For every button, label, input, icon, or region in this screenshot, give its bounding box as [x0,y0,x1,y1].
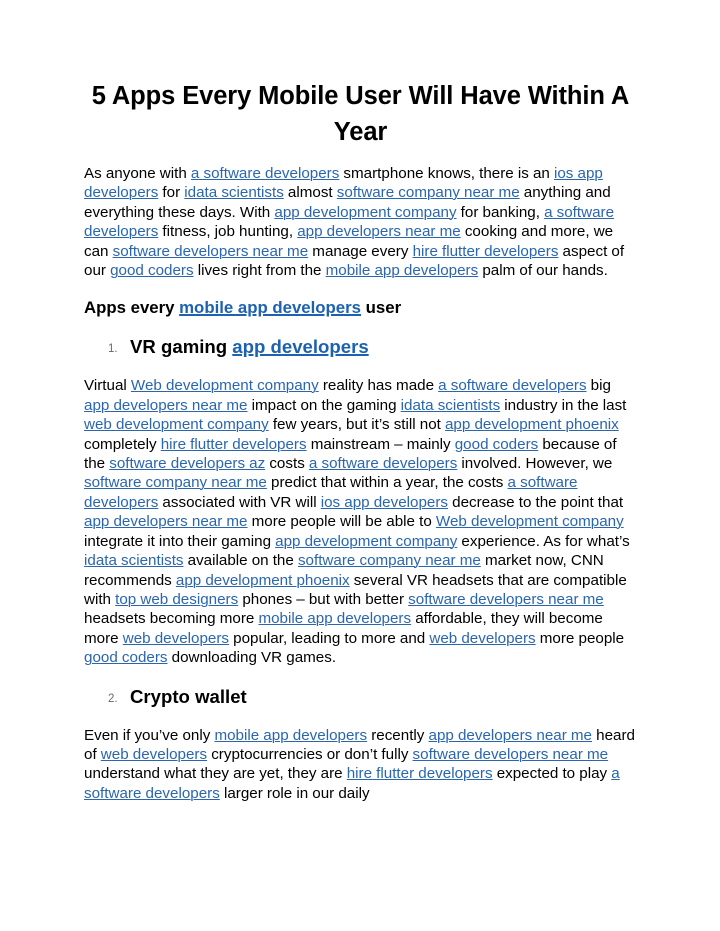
text-run: integrate it into their gaming [84,532,276,550]
intro-paragraph: As anyone with a software developers sma… [84,164,637,280]
inline-link[interactable]: top web designers [115,591,238,608]
text-run: available on the [183,552,298,570]
inline-link[interactable]: web developers [429,630,535,647]
text-run: almost [283,184,337,202]
inline-link[interactable]: good coders [110,262,194,279]
inline-link[interactable]: app developers near me [297,223,461,240]
text-run: associated with VR will [158,493,321,511]
inline-link[interactable]: software developers az [109,455,265,472]
inline-link[interactable]: app development phoenix [176,572,350,589]
inline-link[interactable]: app developers near me [429,727,593,744]
text-run: manage every [308,242,413,260]
inline-link[interactable]: hire flutter developers [413,243,559,260]
inline-link[interactable]: web development company [84,416,269,433]
text-run: few years, but it’s still not [268,416,445,434]
text-run: for banking, [456,203,545,221]
text-run: headsets becoming more [84,610,259,628]
inline-link[interactable]: software company near me [337,184,520,201]
text-run: decrease to the point that [448,493,624,511]
list-item-title: Crypto wallet [130,685,637,708]
inline-link[interactable]: app development company [275,533,457,550]
text-run: more people [535,629,625,647]
inline-link[interactable]: app developers near me [84,513,248,530]
inline-link[interactable]: Web development company [436,513,624,530]
document-body: As anyone with a software developers sma… [84,164,637,803]
inline-link[interactable]: web developers [123,630,229,647]
text-run: industry in the last [500,396,627,414]
text-run: downloading VR games. [167,649,337,667]
text-run: lives right from the [193,262,326,280]
text-run: predict that within a year, the costs [266,474,508,492]
inline-link[interactable]: ios app developers [321,494,448,511]
inline-link[interactable]: hire flutter developers [347,765,493,782]
inline-link[interactable]: a software developers [438,377,586,394]
inline-link[interactable]: Web development company [131,377,319,394]
inline-link[interactable]: mobile app developers [214,727,367,744]
text-run: cryptocurrencies or don’t fully [207,745,413,763]
text-run: for [158,184,185,202]
text-run: Crypto wallet [130,685,247,707]
inline-link[interactable]: software company near me [298,552,481,569]
apps-every-heading: Apps every mobile app developers user [84,297,637,319]
inline-link[interactable]: app developers near me [84,397,248,414]
document-content: 5 Apps Every Mobile User Will Have Withi… [84,78,637,803]
inline-link[interactable]: idata scientists [401,397,501,414]
list-marker: 1. [108,343,118,356]
text-run: fitness, job hunting, [158,223,298,241]
inline-link[interactable]: app development phoenix [445,416,619,433]
inline-link[interactable]: app developers [232,336,368,357]
text-run: more people will be able to [247,513,436,531]
text-run: VR gaming [130,336,233,358]
text-run: smartphone knows, there is an [339,165,554,182]
text-run: recently [367,726,429,744]
inline-link[interactable]: idata scientists [184,184,284,201]
text-run: involved. However, we [457,455,613,473]
inline-link[interactable]: mobile app developers [326,262,479,279]
inline-link[interactable]: mobile app developers [258,610,411,627]
text-run: Virtual [84,377,131,395]
text-run: costs [265,455,309,473]
list-marker: 2. [108,692,118,705]
inline-link[interactable]: software developers near me [413,746,609,763]
text-run: palm of our hands. [478,262,608,280]
text-run: mainstream – mainly [306,435,455,453]
inline-link[interactable]: software developers near me [113,243,309,260]
inline-link[interactable]: a software developers [309,455,457,472]
page-title: 5 Apps Every Mobile User Will Have Withi… [91,82,630,146]
inline-link[interactable]: hire flutter developers [161,436,307,453]
text-run: As anyone with [84,165,191,182]
text-run: completely [84,435,161,453]
text-run: phones – but with better [238,590,409,608]
text-run: expected to play [492,765,612,783]
vr-gaming-paragraph: Virtual Web development company reality … [84,376,637,667]
inline-link[interactable]: a software developers [191,165,339,182]
list-item-vr-gaming: 1. VR gaming app developers [84,335,637,358]
text-run: big [586,377,611,395]
inline-link[interactable]: idata scientists [84,552,184,569]
list-item-crypto-wallet: 2. Crypto wallet [84,685,637,708]
text-run: impact on the gaming [247,396,401,414]
text-run: Even if you’ve only [84,726,215,744]
inline-link[interactable]: software company near me [84,474,267,491]
inline-link[interactable]: good coders [84,649,168,666]
text-run: reality has made [318,377,439,395]
text-run: larger role in our daily [219,784,370,802]
document-page: 5 Apps Every Mobile User Will Have Withi… [0,0,720,931]
inline-link[interactable]: app development company [274,204,456,221]
text-run: experience. As for what’s [457,532,630,550]
crypto-wallet-paragraph: Even if you’ve only mobile app developer… [84,726,637,804]
inline-link[interactable]: mobile app developers [179,298,361,317]
text-run: user [361,298,402,318]
inline-link[interactable]: software developers near me [408,591,604,608]
text-run: popular, leading to more and [229,629,430,647]
text-run: Apps every [84,298,180,318]
inline-link[interactable]: web developers [101,746,207,763]
text-run: understand what they are yet, they are [84,765,347,783]
list-item-title: VR gaming app developers [130,335,637,358]
inline-link[interactable]: good coders [455,436,539,453]
